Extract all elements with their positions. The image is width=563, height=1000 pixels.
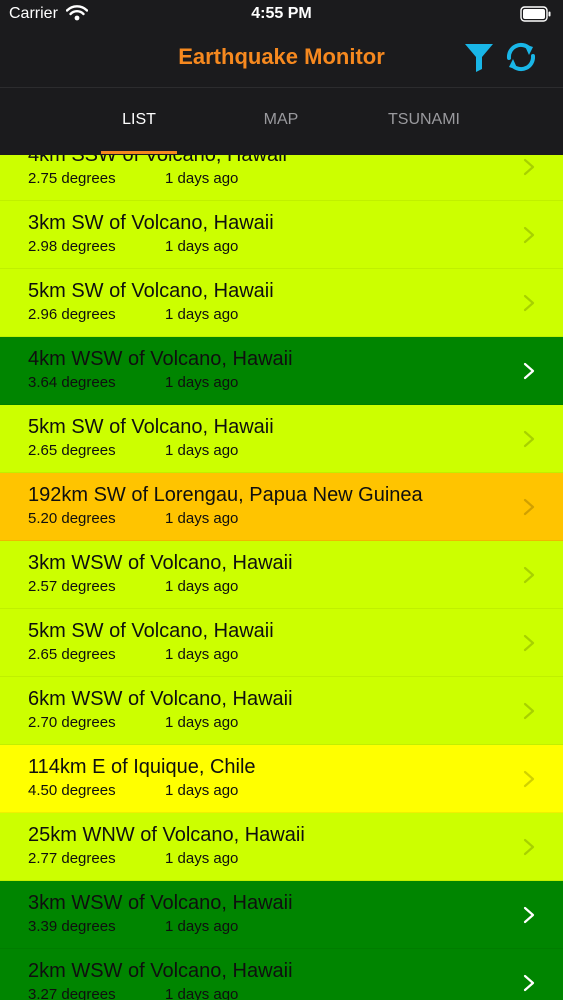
chevron-right-icon [522,157,536,182]
chevron-right-icon [522,633,536,658]
row-magnitude: 3.64 degrees [28,374,116,391]
row-magnitude: 2.65 degrees [28,646,116,663]
row-magnitude: 2.65 degrees [28,442,116,459]
chevron-right-icon [522,361,536,386]
row-place: 3km WSW of Volcano, Hawaii [28,552,293,574]
chevron-right-icon [522,769,536,794]
row-magnitude: 4.50 degrees [28,782,116,799]
earthquake-row[interactable]: 2km WSW of Volcano, Hawaii 3.27 degrees … [0,949,563,1000]
row-place: 2km WSW of Volcano, Hawaii [28,960,293,982]
earthquake-row[interactable]: 5km SW of Volcano, Hawaii 2.65 degrees 1… [0,609,563,677]
tab-tsunami[interactable]: TSUNAMI [353,88,495,154]
earthquake-rows: 4km SSW of Volcano, Hawaii 2.75 degrees … [0,155,563,1000]
row-age: 1 days ago [165,646,239,663]
chevron-right-icon [522,837,536,862]
row-age: 1 days ago [165,510,239,527]
status-time: 4:55 PM [251,5,312,22]
row-place: 5km SW of Volcano, Hawaii [28,416,274,438]
status-bar: Carrier 4:55 PM [0,0,563,30]
row-age: 1 days ago [165,918,239,935]
tab-map[interactable]: MAP [210,88,352,154]
earthquake-row[interactable]: 25km WNW of Volcano, Hawaii 2.77 degrees… [0,813,563,881]
chevron-right-icon [522,497,536,522]
earthquake-row[interactable]: 192km SW of Lorengau, Papua New Guinea 5… [0,473,563,541]
row-age: 1 days ago [165,578,239,595]
chevron-right-icon [522,905,536,930]
refresh-icon[interactable] [505,41,537,78]
row-place: 192km SW of Lorengau, Papua New Guinea [28,484,423,506]
row-age: 1 days ago [165,170,239,187]
row-place: 114km E of Iquique, Chile [28,756,256,778]
row-age: 1 days ago [165,238,239,255]
row-age: 1 days ago [165,374,239,391]
row-magnitude: 2.96 degrees [28,306,116,323]
earthquake-row[interactable]: 6km WSW of Volcano, Hawaii 2.70 degrees … [0,677,563,745]
row-age: 1 days ago [165,850,239,867]
chevron-right-icon [522,565,536,590]
earthquake-row[interactable]: 4km WSW of Volcano, Hawaii 3.64 degrees … [0,337,563,405]
nav-bar: Earthquake Monitor [0,30,563,87]
earthquake-row[interactable]: 3km SW of Volcano, Hawaii 2.98 degrees 1… [0,201,563,269]
row-magnitude: 2.57 degrees [28,578,116,595]
chevron-right-icon [522,701,536,726]
earthquake-row[interactable]: 3km WSW of Volcano, Hawaii 3.39 degrees … [0,881,563,949]
row-age: 1 days ago [165,714,239,731]
earthquake-row[interactable]: 5km SW of Volcano, Hawaii 2.65 degrees 1… [0,405,563,473]
filter-icon[interactable] [463,41,495,78]
row-place: 5km SW of Volcano, Hawaii [28,280,274,302]
earthquake-row[interactable]: 4km SSW of Volcano, Hawaii 2.75 degrees … [0,155,563,201]
chevron-right-icon [522,293,536,318]
row-magnitude: 2.75 degrees [28,170,116,187]
row-age: 1 days ago [165,306,239,323]
row-place: 5km SW of Volcano, Hawaii [28,620,274,642]
earthquake-row[interactable]: 114km E of Iquique, Chile 4.50 degrees 1… [0,745,563,813]
row-place: 4km SSW of Volcano, Hawaii [28,155,287,166]
row-place: 6km WSW of Volcano, Hawaii [28,688,293,710]
chevron-right-icon [522,973,536,998]
row-age: 1 days ago [165,986,239,1000]
earthquake-row[interactable]: 3km WSW of Volcano, Hawaii 2.57 degrees … [0,541,563,609]
chevron-right-icon [522,429,536,454]
earthquake-list[interactable]: 4km SSW of Volcano, Hawaii 2.75 degrees … [0,155,563,1000]
tab-bar: LIST MAP TSUNAMI [0,87,563,156]
row-place: 4km WSW of Volcano, Hawaii [28,348,293,370]
row-place: 25km WNW of Volcano, Hawaii [28,824,305,846]
earthquake-row[interactable]: 5km SW of Volcano, Hawaii 2.96 degrees 1… [0,269,563,337]
row-magnitude: 2.70 degrees [28,714,116,731]
row-magnitude: 2.77 degrees [28,850,116,867]
row-place: 3km SW of Volcano, Hawaii [28,212,274,234]
chevron-right-icon [522,225,536,250]
row-place: 3km WSW of Volcano, Hawaii [28,892,293,914]
tab-list[interactable]: LIST [68,88,210,154]
row-age: 1 days ago [165,782,239,799]
row-magnitude: 2.98 degrees [28,238,116,255]
battery-icon [520,6,552,27]
row-magnitude: 3.39 degrees [28,918,116,935]
row-magnitude: 3.27 degrees [28,986,116,1000]
row-magnitude: 5.20 degrees [28,510,116,527]
row-age: 1 days ago [165,442,239,459]
